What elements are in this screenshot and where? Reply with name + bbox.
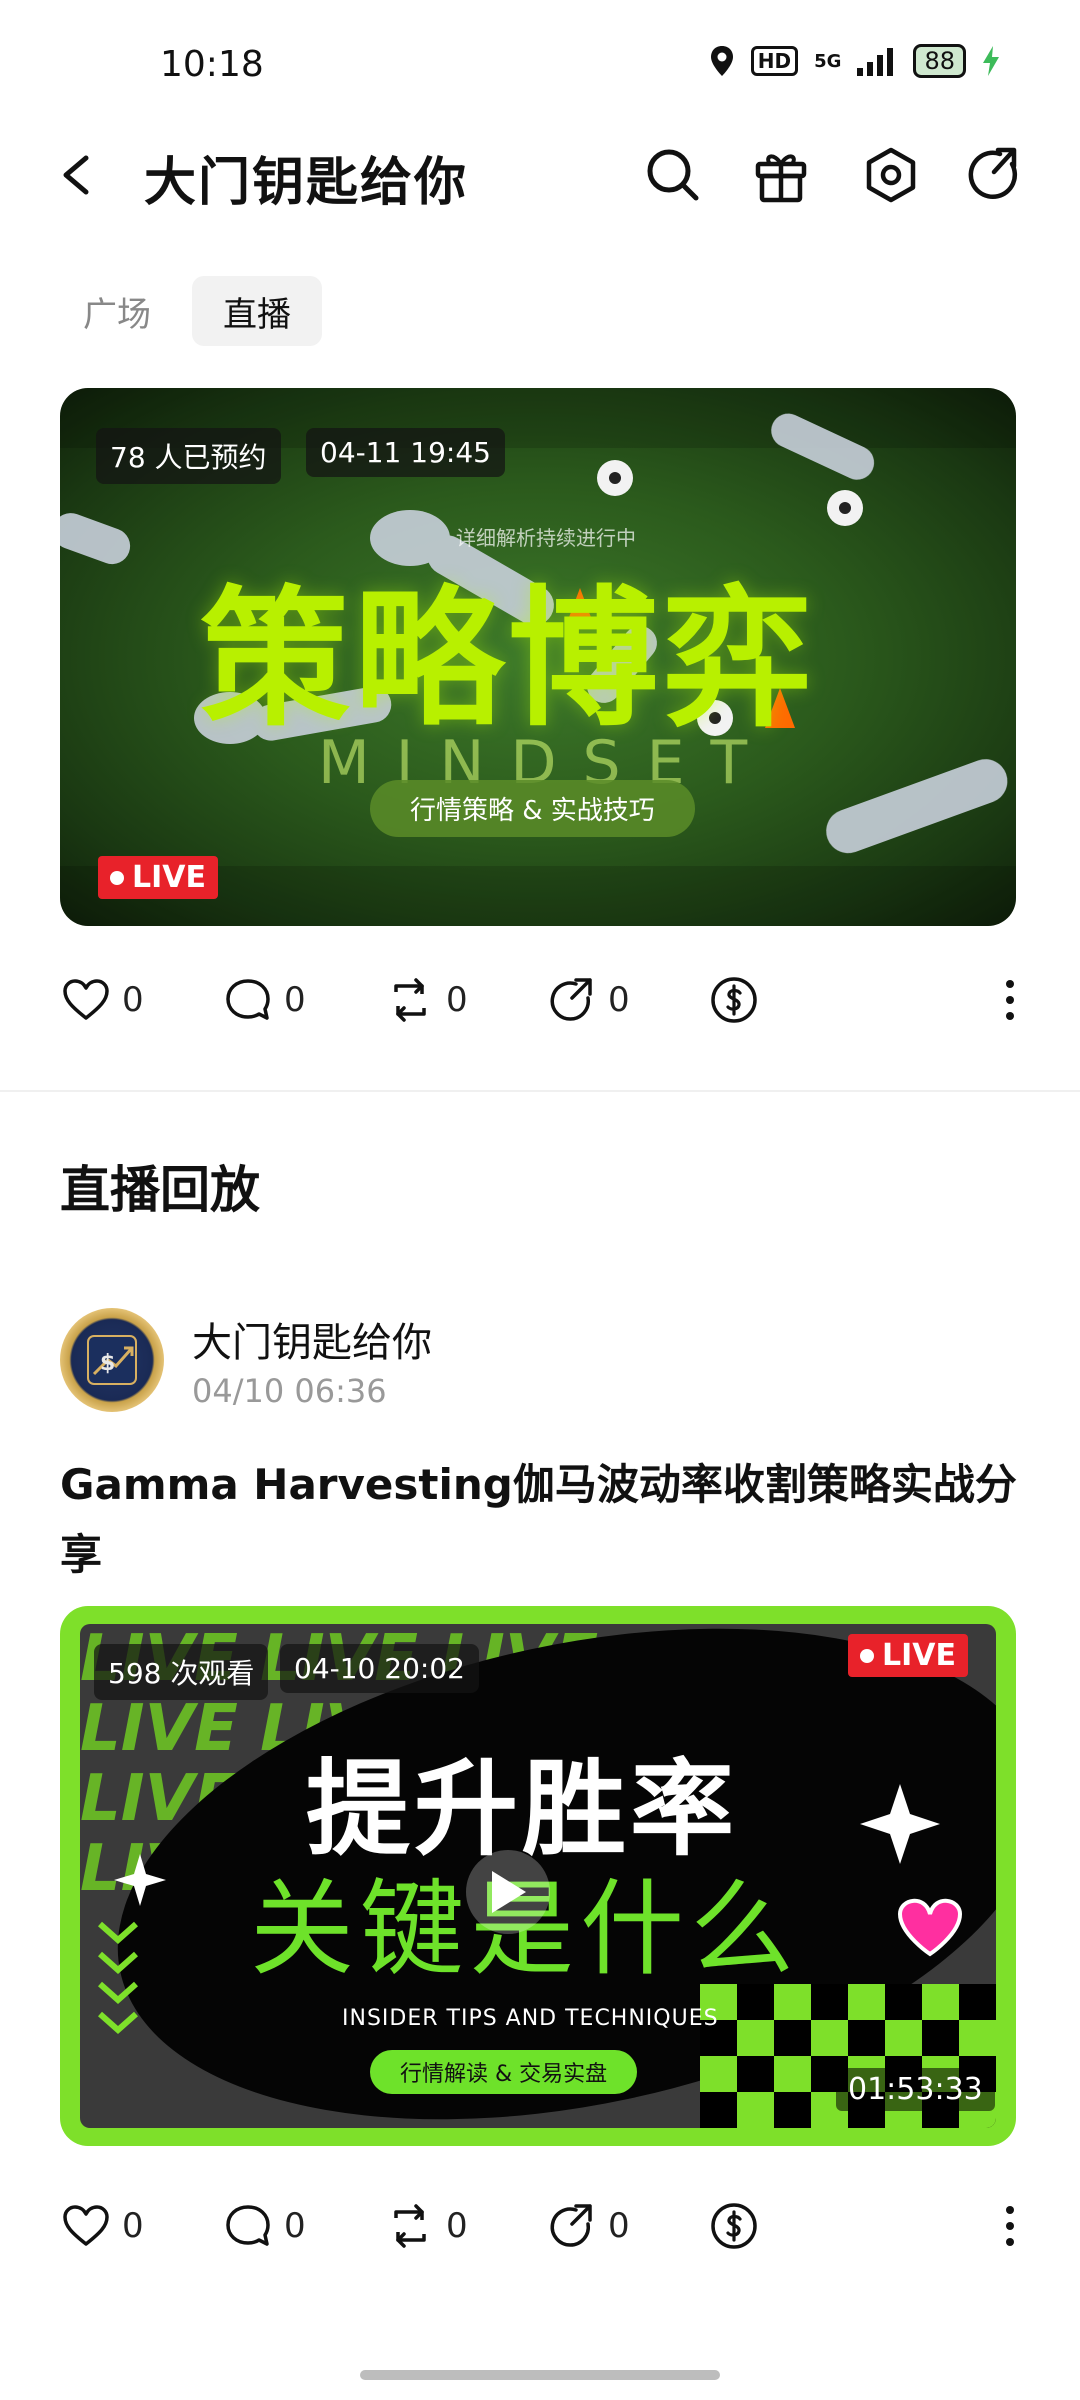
more-icon-dot [1006, 2238, 1014, 2246]
tip-button[interactable] [708, 2200, 870, 2252]
live-badge: LIVE [98, 856, 218, 899]
replay-caption: INSIDER TIPS AND TECHNIQUES [342, 2006, 719, 2031]
repost-icon [394, 2204, 426, 2248]
post-time: 04/10 06:36 [192, 1372, 387, 1410]
replay-thumbnail: LIVE LIVE LIVE LIVE LIVE LIVE LIVE LIVE … [80, 1624, 996, 2128]
repost-icon [394, 978, 426, 1022]
dollar-coin-icon [711, 977, 757, 1023]
share-icon [550, 2204, 592, 2247]
video-duration: 01:53:33 [836, 2068, 995, 2111]
more-icon-dot [1006, 1012, 1014, 1020]
post-title[interactable]: Gamma Harvesting伽马波动率收割策略实战分享 [60, 1450, 1020, 1590]
battery-indicator: 88 [913, 44, 966, 78]
banner-caption: 行情策略 & 实战技巧 [370, 780, 695, 837]
section-divider [0, 1090, 1080, 1092]
banner-headline: 策略博弈 [200, 573, 817, 747]
back-button[interactable] [50, 140, 110, 210]
comment-button[interactable]: 0 [222, 2200, 384, 2252]
like-count: 0 [122, 980, 144, 1020]
gift-icon [755, 154, 807, 203]
settings-icon [866, 147, 916, 203]
comment-button[interactable]: 0 [222, 974, 384, 1026]
reservation-count: 78 人已预约 [96, 428, 281, 484]
post-author[interactable]: 大门钥匙给你 [192, 1310, 432, 1368]
avatar[interactable]: $ [60, 1308, 164, 1412]
replay-video-card[interactable]: LIVE LIVE LIVE LIVE LIVE LIVE LIVE LIVE … [60, 1606, 1016, 2146]
location-icon [710, 46, 733, 76]
settings-button[interactable] [858, 142, 924, 208]
more-icon-dot [1006, 980, 1014, 988]
heart-icon [63, 979, 109, 1020]
like-button[interactable]: 0 [60, 974, 222, 1026]
share-post-button[interactable]: 0 [546, 974, 708, 1026]
gift-button[interactable] [748, 142, 814, 208]
back-icon [63, 155, 89, 195]
repost-button[interactable]: 0 [384, 974, 546, 1026]
more-options-button[interactable] [1000, 980, 1020, 1020]
action-row: 0 0 0 0 [60, 960, 1020, 1040]
live-dot-icon [110, 870, 124, 885]
status-icons: HD 5G 88 [709, 44, 1000, 78]
replay-live-label: LIVE [882, 1638, 956, 1673]
repost-count: 0 [446, 2206, 468, 2246]
tab-plaza[interactable]: 广场 [62, 276, 172, 346]
section-title: 直播回放 [60, 1161, 260, 1219]
dollar-chart-logo-icon: $ [87, 1335, 137, 1385]
home-indicator[interactable] [360, 2370, 720, 2380]
live-datetime: 04-11 19:45 [306, 428, 505, 477]
action-row: 0 0 0 0 [60, 2186, 1020, 2266]
dollar-coin-icon [711, 2203, 757, 2249]
play-icon [492, 1871, 526, 1913]
replay-live-badge: LIVE [848, 1634, 968, 1677]
live-badge-label: LIVE [132, 860, 206, 895]
repost-count: 0 [446, 980, 468, 1020]
replay-caption-pill: 行情解读 & 交易实盘 [370, 2050, 638, 2094]
page-title: 大门钥匙给你 [144, 153, 469, 213]
live-stream-card[interactable]: 78 人已预约 04-11 19:45 详细解析持续进行中 策略博弈 MINDS… [60, 388, 1016, 926]
more-icon-dot [1006, 2222, 1014, 2230]
network-label: 5G [814, 50, 842, 72]
heart-icon [63, 2205, 109, 2246]
live-dot-icon [860, 1648, 874, 1663]
like-count: 0 [122, 2206, 144, 2246]
more-icon-dot [1006, 996, 1014, 1004]
status-time: 10:18 [160, 44, 264, 85]
svg-text:$: $ [100, 1351, 115, 1376]
signal-icon [857, 48, 894, 76]
hd-badge: HD [750, 46, 799, 76]
share-count: 0 [608, 2206, 630, 2246]
tab-live[interactable]: 直播 [192, 276, 322, 346]
search-button[interactable] [640, 142, 706, 208]
more-options-button[interactable] [1000, 2206, 1020, 2246]
replay-views: 598 次观看 [94, 1644, 269, 1700]
tip-button[interactable] [708, 974, 870, 1026]
more-icon-dot [1006, 2206, 1014, 2214]
replay-datetime: 04-10 20:02 [280, 1644, 479, 1693]
comment-icon [226, 2205, 270, 2246]
share-button[interactable] [962, 142, 1028, 208]
share-icon [550, 978, 592, 1021]
comment-count: 0 [284, 980, 306, 1020]
share-icon [968, 147, 1018, 200]
repost-button[interactable]: 0 [384, 2200, 546, 2252]
search-icon [647, 149, 699, 201]
comment-count: 0 [284, 2206, 306, 2246]
share-count: 0 [608, 980, 630, 1020]
share-post-button[interactable]: 0 [546, 2200, 708, 2252]
charging-icon [983, 46, 999, 76]
play-button[interactable] [466, 1850, 550, 1934]
like-button[interactable]: 0 [60, 2200, 222, 2252]
comment-icon [226, 979, 270, 1020]
